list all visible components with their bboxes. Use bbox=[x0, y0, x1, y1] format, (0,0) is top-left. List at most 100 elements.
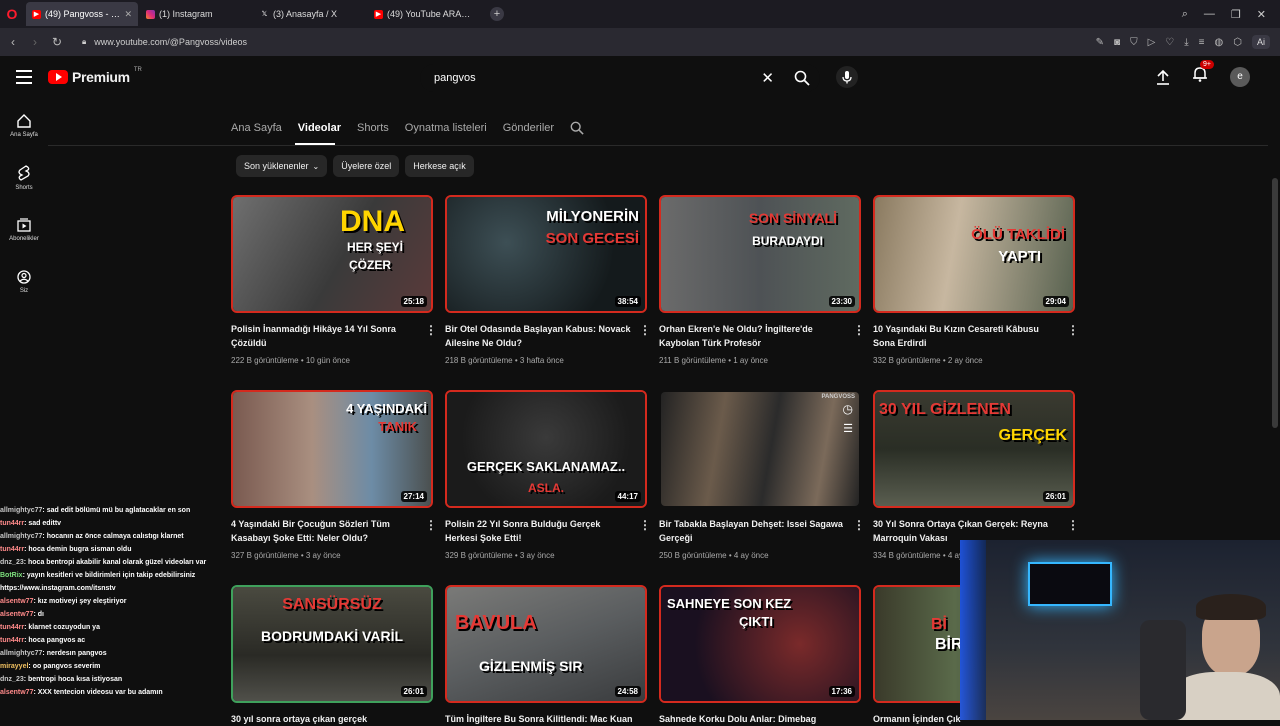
profile-icon[interactable]: ◍ bbox=[1215, 37, 1224, 48]
upload-icon[interactable] bbox=[1156, 69, 1170, 85]
webcam-overlay bbox=[960, 540, 1280, 720]
video-title-8[interactable]: 30 yıl sonra ortaya çıkan gerçek bbox=[231, 712, 421, 726]
search-input[interactable]: pangvos ✕ bbox=[420, 64, 820, 92]
video-duration: 44:17 bbox=[614, 491, 641, 502]
tab-label: (49) YouTube ARABIAN CL bbox=[387, 9, 474, 19]
microphone-icon[interactable] bbox=[836, 66, 858, 88]
more-options-icon[interactable]: ⋮ bbox=[425, 324, 437, 336]
video-title-0[interactable]: Polisin İnanmadığı Hikâye 14 Yıl Sonra Ç… bbox=[231, 322, 421, 350]
wall-light bbox=[960, 540, 986, 720]
video-thumbnail-2[interactable]: SON SİNYALİ BURADAYDI 23:30 bbox=[659, 195, 861, 313]
shield-icon[interactable]: ⛉ bbox=[1130, 37, 1138, 48]
thumbnail-text: SANSÜRSÜZ bbox=[282, 596, 382, 613]
notifications-button[interactable]: 9+ bbox=[1192, 60, 1214, 87]
video-thumbnail-5[interactable]: GERÇEK SAKLANAMAZ.. ASLA. 44:17 bbox=[445, 390, 647, 508]
video-thumbnail-8[interactable]: SANSÜRSÜZ BODRUMDAKİ VARİL 26:01 bbox=[231, 585, 433, 703]
edit-icon[interactable]: ✎ bbox=[1096, 37, 1104, 48]
menu-icon[interactable]: ≡ bbox=[1199, 37, 1205, 48]
video-title-10[interactable]: Sahnede Korku Dolu Anlar: Dimebag bbox=[659, 712, 849, 726]
video-title-1[interactable]: Bir Otel Odasında Başlayan Kabus: Novack… bbox=[445, 322, 635, 350]
more-options-icon[interactable]: ⋮ bbox=[1067, 519, 1079, 531]
sidebar-item-you[interactable]: Siz bbox=[0, 256, 48, 308]
browser-tab-1[interactable]: (1) Instagram bbox=[140, 2, 252, 26]
video-title-6[interactable]: Bir Tabakla Başlayan Dehşet: Issei Sagaw… bbox=[659, 517, 849, 545]
ai-button[interactable]: Ai bbox=[1251, 35, 1270, 49]
video-thumbnail-4[interactable]: 4 YAŞINDAKİ TANIK 27:14 bbox=[231, 390, 433, 508]
chat-message: tun44rr: klarnet cozuyodun ya bbox=[0, 624, 100, 631]
sidebar-label: Siz bbox=[19, 288, 29, 294]
sidebar-label: Abonelikler bbox=[9, 236, 39, 242]
sidebar-label: Ana Sayfa bbox=[10, 132, 38, 138]
download-icon[interactable]: ⤓ bbox=[1184, 37, 1188, 48]
video-title-9[interactable]: Tüm İngiltere Bu Sonra Kilitlendi: Mac K… bbox=[445, 712, 635, 726]
channel-search-icon[interactable] bbox=[570, 121, 584, 135]
browser-tab-3[interactable]: ▶ (49) YouTube ARABIAN CL bbox=[368, 2, 480, 26]
watch-later-icon[interactable]: ◷ bbox=[843, 402, 853, 416]
url-field[interactable]: 🔒︎ www.youtube.com/@Pangvoss/videos bbox=[82, 37, 247, 47]
chat-message: alsentw77: XXX tentecion videosu var bu … bbox=[0, 689, 163, 696]
video-thumbnail-1[interactable]: MİLYONERİN SON GECESİ 38:54 bbox=[445, 195, 647, 313]
extension-icon[interactable]: ⬡ bbox=[1233, 37, 1242, 48]
thumbnail-text: TANIK bbox=[378, 419, 417, 434]
chevron-down-icon: ⌄ bbox=[312, 161, 320, 171]
video-thumbnail-6[interactable]: PANGVOSS ◷ ☰ bbox=[659, 390, 861, 508]
filter-members-only[interactable]: Üyelere özel bbox=[333, 155, 400, 177]
more-options-icon[interactable]: ⋮ bbox=[639, 519, 651, 531]
more-options-icon[interactable]: ⋮ bbox=[425, 519, 437, 531]
more-options-icon[interactable]: ⋮ bbox=[639, 324, 651, 336]
video-title-4[interactable]: 4 Yaşındaki Bir Çocuğun Sözleri Tüm Kasa… bbox=[231, 517, 421, 545]
close-window-icon[interactable]: ✕ bbox=[1257, 8, 1266, 21]
video-thumbnail-7[interactable]: 30 YIL GİZLENEN GERÇEK 26:01 bbox=[873, 390, 1075, 508]
page-scrollbar[interactable] bbox=[1272, 178, 1278, 428]
search-icon[interactable] bbox=[794, 70, 810, 86]
youtube-premium-logo[interactable]: Premium TR bbox=[48, 67, 142, 85]
video-title-3[interactable]: 10 Yaşındaki Bu Kızın Cesareti Kâbusu So… bbox=[873, 322, 1063, 350]
more-options-icon[interactable]: ⋮ bbox=[853, 324, 865, 336]
tab-home[interactable]: Ana Sayfa bbox=[231, 122, 282, 134]
account-avatar[interactable]: e bbox=[1230, 66, 1250, 87]
search-tabs-icon[interactable]: ⌕ bbox=[1182, 8, 1188, 21]
video-duration: 26:01 bbox=[400, 686, 427, 697]
camera-icon[interactable]: ◙ bbox=[1114, 37, 1120, 48]
channel-tabs: Ana Sayfa Videolar Shorts Oynatma listel… bbox=[231, 116, 584, 140]
opera-logo-icon[interactable]: O bbox=[0, 0, 24, 28]
sidebar-item-home[interactable]: Ana Sayfa bbox=[0, 100, 48, 152]
back-icon[interactable]: ‹ bbox=[2, 35, 24, 49]
video-title-5[interactable]: Polisin 22 Yıl Sonra Bulduğu Gerçek Herk… bbox=[445, 517, 635, 545]
more-options-icon[interactable]: ⋮ bbox=[853, 519, 865, 531]
chat-message: allmightyc77: nerdesın pangvos bbox=[0, 650, 107, 657]
filter-public[interactable]: Herkese açık bbox=[405, 155, 474, 177]
clear-search-icon[interactable]: ✕ bbox=[761, 69, 774, 87]
close-tab-icon[interactable]: ✕ bbox=[124, 9, 132, 20]
browser-tab-2[interactable]: 𝕏 (3) Anasayfa / X bbox=[254, 2, 366, 26]
thumbnail-text: ÇIKTI bbox=[739, 614, 773, 629]
add-to-queue-icon[interactable]: ☰ bbox=[843, 422, 853, 435]
chat-message: https://www.instagram.com/itsnstv bbox=[0, 585, 116, 592]
sort-dropdown[interactable]: Son yüklenenler ⌄ bbox=[236, 155, 328, 177]
video-title-2[interactable]: Orhan Ekren'e Ne Oldu? İngiltere'de Kayb… bbox=[659, 322, 849, 350]
heart-icon[interactable]: ♡ bbox=[1165, 37, 1174, 48]
video-thumbnail-10[interactable]: SAHNEYE SON KEZ ÇIKTI 17:36 bbox=[659, 585, 861, 703]
maximize-icon[interactable]: ❐ bbox=[1231, 8, 1241, 21]
minimize-icon[interactable]: — bbox=[1204, 8, 1215, 20]
player-icon[interactable]: ▷ bbox=[1148, 37, 1156, 48]
sidebar-item-shorts[interactable]: Shorts bbox=[0, 152, 48, 204]
video-thumbnail-0[interactable]: DNA HER ŞEYİ ÇÖZER 25:18 bbox=[231, 195, 433, 313]
tab-posts[interactable]: Gönderiler bbox=[503, 122, 554, 134]
thumbnail-text: BODRUMDAKİ VARİL bbox=[260, 628, 404, 644]
browser-tab-0[interactable]: ▶ (49) Pangvoss - YouTube ✕ bbox=[26, 2, 138, 26]
hamburger-menu-icon[interactable] bbox=[16, 70, 32, 88]
forward-icon[interactable]: › bbox=[24, 35, 46, 49]
thumbnail-image bbox=[875, 197, 1073, 311]
tab-playlists[interactable]: Oynatma listeleri bbox=[405, 122, 487, 134]
video-thumbnail-9[interactable]: BAVULA GİZLENMİŞ SIR 24:58 bbox=[445, 585, 647, 703]
sidebar-item-subscriptions[interactable]: Abonelikler bbox=[0, 204, 48, 256]
chat-message: allmightyc77: sad edit bölümü mü bu agla… bbox=[0, 507, 191, 514]
video-thumbnail-3[interactable]: ÖLÜ TAKLİDİ YAPTI 29:04 bbox=[873, 195, 1075, 313]
tab-shorts[interactable]: Shorts bbox=[357, 122, 389, 134]
you-icon bbox=[17, 270, 31, 284]
more-options-icon[interactable]: ⋮ bbox=[1067, 324, 1079, 336]
tab-videos[interactable]: Videolar bbox=[298, 122, 341, 134]
reload-icon[interactable]: ↻ bbox=[46, 35, 68, 49]
new-tab-button[interactable]: + bbox=[490, 7, 504, 21]
